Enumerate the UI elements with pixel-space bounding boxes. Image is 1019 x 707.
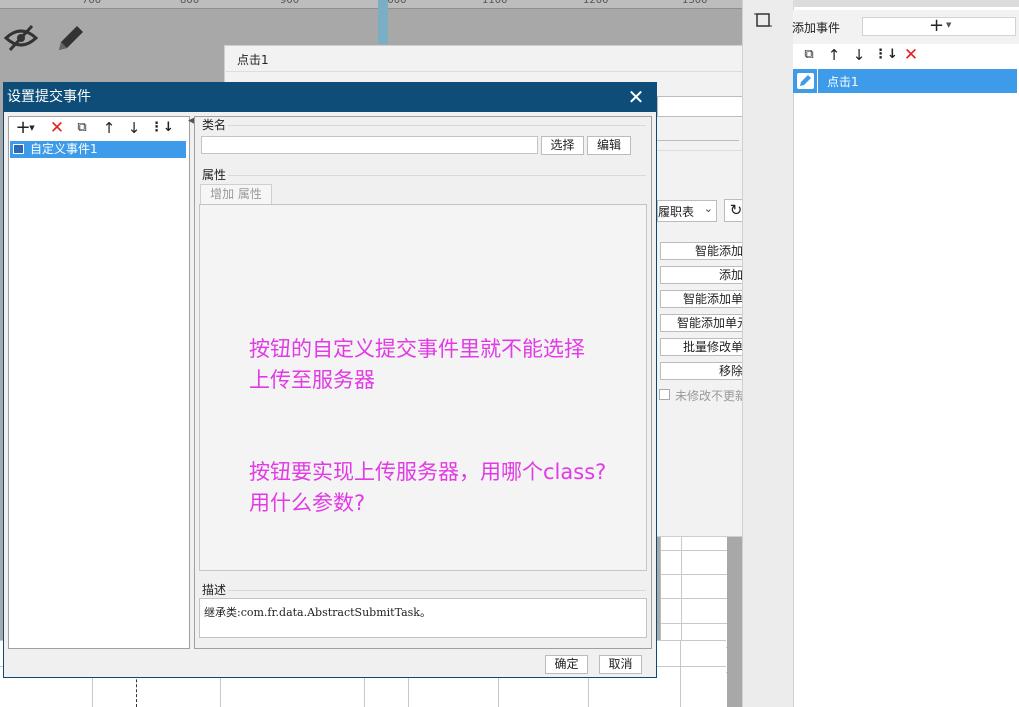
delete-icon[interactable]: ✕ <box>46 117 68 139</box>
sort-icon[interactable]: ⋮↓ <box>150 117 174 139</box>
ruler-label: 1100 <box>482 0 508 6</box>
event-list-item[interactable]: 点击1 <box>793 69 1017 93</box>
arrow-up-icon[interactable]: ↑ <box>823 44 845 66</box>
arrow-down-icon[interactable]: ↓ <box>123 117 145 139</box>
copy-icon[interactable]: ⧉ <box>798 44 820 66</box>
plus-icon: + <box>929 15 945 36</box>
annotation-text: 按钮要实现上传服务器，用哪个class? <box>249 460 607 484</box>
properties-label: 属性 <box>202 168 227 182</box>
ruler-label: 900 <box>280 0 300 6</box>
datasource-select[interactable]: 履职表 ⌄ <box>657 200 717 222</box>
event-tree <box>8 116 190 649</box>
ruler-label: 1200 <box>583 0 609 6</box>
event-icon <box>13 144 24 154</box>
arrow-up-icon[interactable]: ↑ <box>98 117 120 139</box>
panel-tabs <box>793 0 1019 7</box>
annotation-text: 按钮的自定义提交事件里就不能选择 <box>249 337 585 361</box>
annotation-text: 上传至服务器 <box>249 368 375 392</box>
class-label: 类名 <box>202 118 227 132</box>
pencil-icon <box>797 73 814 89</box>
add-property-tab[interactable]: 增加 属性 <box>200 184 272 204</box>
side-toolbar <box>742 0 793 707</box>
edit-button[interactable]: 编辑 <box>587 136 631 155</box>
event-list-item-label: 点击1 <box>827 75 859 89</box>
add-event-dropdown[interactable]: + ▼ <box>862 15 1016 36</box>
divider <box>224 71 780 72</box>
close-icon[interactable]: ✕ <box>626 87 646 107</box>
sort-icon[interactable]: ⋮↓ <box>874 44 898 66</box>
divider <box>228 590 646 591</box>
delete-icon[interactable]: ✕ <box>900 44 922 66</box>
horizontal-ruler: 700 800 900 1000 1100 1200 1300 <box>0 0 742 9</box>
divider <box>228 125 646 126</box>
datasource-value: 履职表 <box>658 205 695 219</box>
tree-toolbar: + ▼ ✕ ⧉ ↑ ↓ ⋮↓ <box>9 117 189 140</box>
tree-item[interactable]: 自定义事件1 <box>10 141 186 158</box>
ok-button[interactable]: 确定 <box>545 655 588 674</box>
ruler-label: 1300 <box>682 0 708 6</box>
event-list-panel <box>793 0 1019 707</box>
divider <box>228 175 646 176</box>
eye-slash-icon[interactable] <box>4 24 38 52</box>
caret-down-icon[interactable]: ▼ <box>27 117 37 139</box>
ruler-label: 700 <box>82 0 102 6</box>
pencil-icon[interactable] <box>55 22 85 54</box>
dialog-title: 设置提交事件 <box>3 82 657 112</box>
ruler-label: 800 <box>180 0 200 6</box>
divider <box>657 140 739 141</box>
unmodified-label: 未修改不更新 <box>675 389 748 403</box>
chevron-down-icon: ⌄ <box>703 202 713 215</box>
description-text: 继承类:com.fr.data.AbstractSubmitTask。 <box>199 598 647 638</box>
annotation-text: 用什么参数? <box>249 491 366 515</box>
add-event-label: 添加事件 <box>792 21 841 35</box>
cancel-button[interactable]: 取消 <box>599 655 642 674</box>
tree-item-label: 自定义事件1 <box>30 142 98 156</box>
copy-icon[interactable]: ⧉ <box>71 117 93 139</box>
unmodified-checkbox[interactable] <box>659 389 670 400</box>
crop-icon[interactable] <box>754 11 772 32</box>
ruler-position-marker <box>378 0 388 44</box>
select-button[interactable]: 选择 <box>541 136 584 155</box>
caret-down-icon: ▼ <box>946 21 952 29</box>
class-input[interactable] <box>201 136 538 154</box>
editor-title: 点击1 <box>237 53 269 67</box>
description-label: 描述 <box>202 583 227 597</box>
arrow-down-icon[interactable]: ↓ <box>848 44 870 66</box>
event-toolbar: ⧉ ↑ ↓ ⋮↓ ✕ <box>793 44 1019 69</box>
